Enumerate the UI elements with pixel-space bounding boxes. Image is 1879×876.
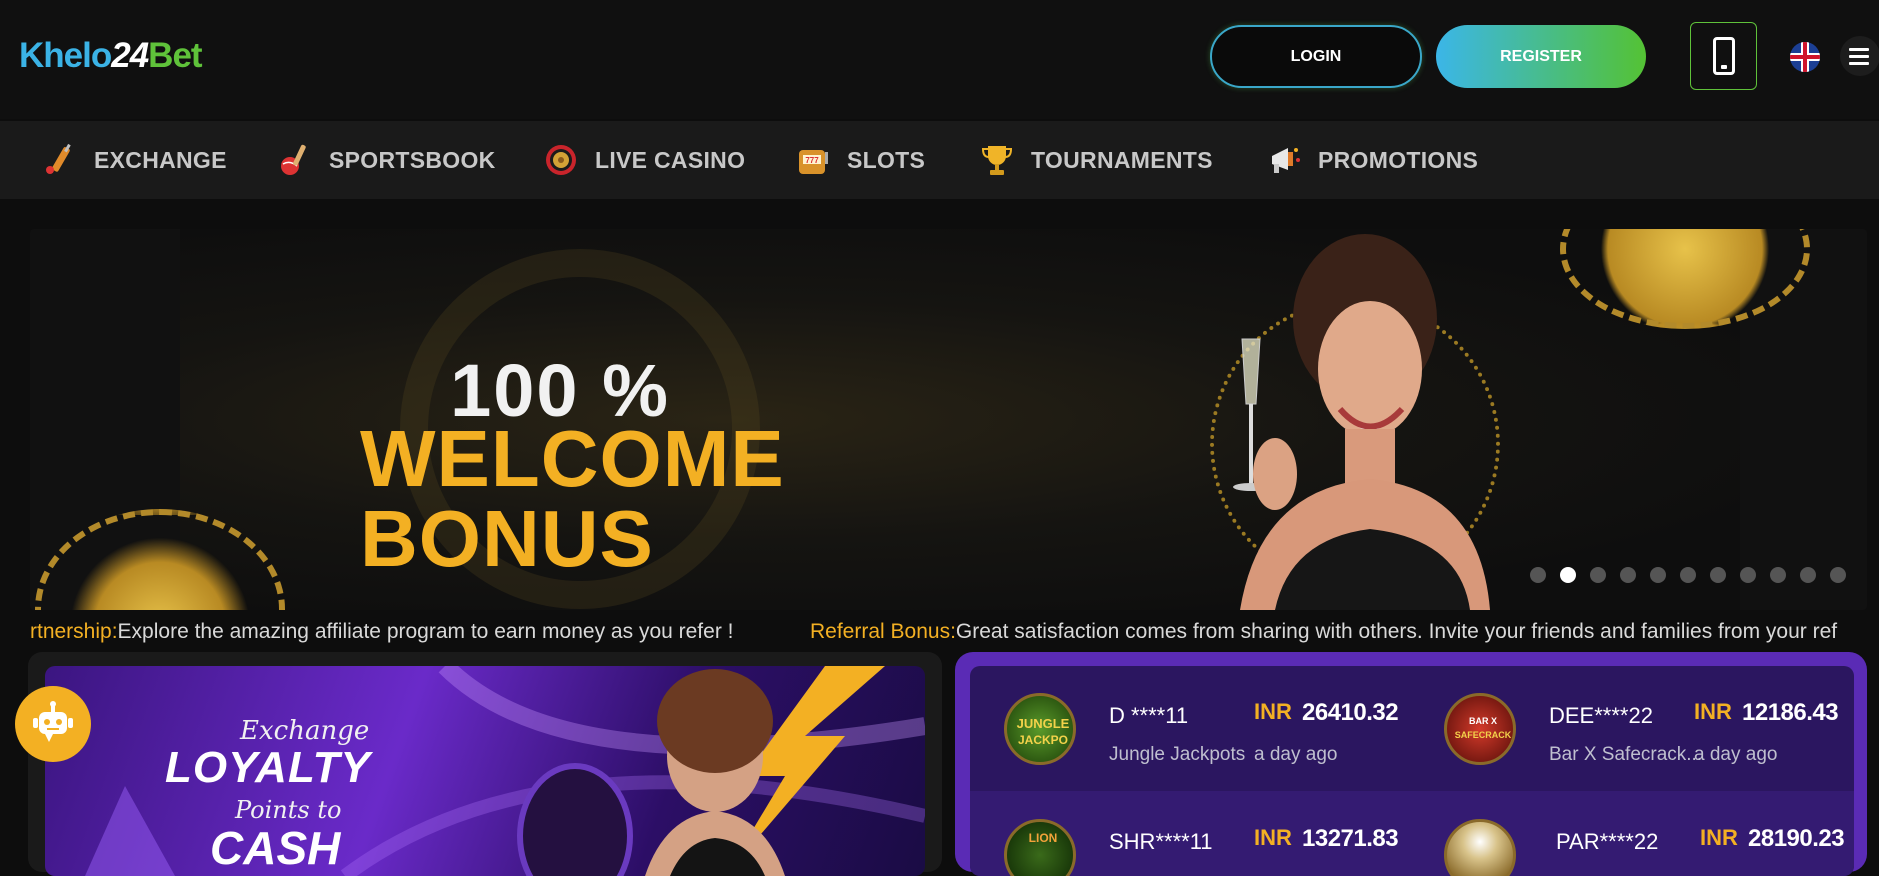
promo-line-exchange: Exchange bbox=[240, 716, 370, 746]
nav-label: SLOTS bbox=[847, 146, 926, 173]
winner-time: a day ago bbox=[1694, 744, 1778, 765]
winner-currency: INR bbox=[1254, 825, 1292, 850]
news-ticker: rtnership:Explore the amazing affiliate … bbox=[30, 617, 1867, 647]
nav-label: LIVE CASINO bbox=[595, 146, 746, 173]
slot-machine-icon: 777 bbox=[799, 150, 828, 174]
hero-title: WELCOME BONUS bbox=[360, 414, 785, 583]
main-nav: EXCHANGE SPORTSBOOK LIVE CASINO 777 SLOT… bbox=[0, 121, 1879, 199]
carousel-dot[interactable] bbox=[1620, 567, 1636, 583]
carousel-dot[interactable] bbox=[1530, 567, 1546, 583]
nav-item-tournaments[interactable]: TOURNAMENTS bbox=[979, 121, 1213, 199]
cricket-bat-icon bbox=[46, 143, 71, 174]
winner-amount: 26410.32 bbox=[1302, 699, 1399, 726]
hostess-image bbox=[1233, 234, 1490, 610]
menu-line bbox=[1849, 54, 1869, 58]
winner-amount: 28190.23 bbox=[1748, 825, 1845, 852]
recent-winners-list: JUNGLE JACKPO D ****11 Jungle Jackpots IN… bbox=[970, 666, 1854, 876]
carousel-dot[interactable] bbox=[1800, 567, 1816, 583]
winner-username: DEE****22 bbox=[1549, 703, 1653, 728]
winner-currency: INR bbox=[1254, 699, 1292, 724]
carousel-dot[interactable] bbox=[1650, 567, 1666, 583]
winner-amount: 13271.83 bbox=[1302, 825, 1399, 852]
svg-text:LION: LION bbox=[1029, 831, 1058, 845]
menu-line bbox=[1849, 47, 1869, 51]
roulette-icon bbox=[546, 145, 576, 175]
robot-chat-icon bbox=[33, 701, 73, 742]
ticker-label: rtnership: bbox=[30, 620, 118, 643]
hamburger-menu-button[interactable] bbox=[1840, 36, 1879, 76]
nav-item-exchange[interactable]: EXCHANGE bbox=[42, 121, 227, 199]
ticker-item: Referral Bonus:Great satisfaction comes … bbox=[810, 617, 1837, 647]
ticker-item: rtnership:Explore the amazing affiliate … bbox=[30, 617, 733, 647]
carousel-dot[interactable] bbox=[1770, 567, 1786, 583]
loyalty-promo-banner[interactable]: Exchange LOYALTY Points to CASH bbox=[45, 666, 925, 876]
game-thumbnail: BAR X SAFECRACK bbox=[1444, 693, 1516, 765]
promo-line-points: Points to bbox=[235, 796, 342, 824]
nav-item-slots[interactable]: 777 SLOTS bbox=[795, 121, 925, 199]
carousel-dot[interactable] bbox=[1710, 567, 1726, 583]
chat-support-button[interactable] bbox=[15, 686, 91, 762]
logo-text-khelo: Khelo bbox=[19, 36, 112, 75]
nav-label: PROMOTIONS bbox=[1318, 146, 1479, 173]
register-button[interactable]: REGISTER bbox=[1436, 25, 1646, 88]
carousel-dot[interactable] bbox=[1590, 567, 1606, 583]
winner-game: Jungle Jackpots bbox=[1109, 744, 1246, 765]
nav-item-live-casino[interactable]: LIVE CASINO bbox=[543, 121, 745, 199]
svg-text:777: 777 bbox=[805, 156, 819, 165]
svg-text:SAFECRACK: SAFECRACK bbox=[1455, 730, 1512, 740]
megaphone-icon bbox=[1272, 148, 1300, 173]
svg-text:JUNGLE: JUNGLE bbox=[1017, 716, 1070, 731]
trophy-icon bbox=[981, 146, 1013, 175]
winner-currency: INR bbox=[1700, 825, 1738, 850]
nav-label: TOURNAMENTS bbox=[1031, 146, 1213, 173]
winner-username: PAR****22 bbox=[1556, 829, 1659, 854]
mobile-app-button[interactable] bbox=[1690, 22, 1757, 90]
nav-label: SPORTSBOOK bbox=[329, 146, 496, 173]
carousel-dot-active[interactable] bbox=[1560, 567, 1576, 583]
mobile-phone-icon bbox=[1712, 37, 1735, 75]
site-header: Khelo24Bet LOGIN REGISTER bbox=[0, 0, 1879, 119]
nav-label: EXCHANGE bbox=[94, 146, 227, 173]
game-thumbnail: JUNGLE JACKPO bbox=[1004, 693, 1076, 765]
winner-amount: 12186.43 bbox=[1742, 699, 1839, 726]
carousel-dot[interactable] bbox=[1830, 567, 1846, 583]
svg-text:BAR X: BAR X bbox=[1469, 716, 1497, 726]
winner-time: a day ago bbox=[1254, 744, 1338, 765]
nav-item-sportsbook[interactable]: SPORTSBOOK bbox=[277, 121, 496, 199]
carousel-dot[interactable] bbox=[1740, 567, 1756, 583]
ticker-label: Referral Bonus: bbox=[810, 620, 956, 643]
logo-text-24: 24 bbox=[111, 36, 149, 75]
login-button[interactable]: LOGIN bbox=[1210, 25, 1422, 88]
winner-currency: INR bbox=[1694, 699, 1732, 724]
ticker-text: Great satisfaction comes from sharing wi… bbox=[955, 620, 1838, 643]
nav-item-promotions[interactable]: PROMOTIONS bbox=[1266, 121, 1478, 199]
carousel-dots bbox=[1530, 567, 1846, 583]
promo-line-cash: CASH bbox=[210, 822, 341, 874]
carousel-dot[interactable] bbox=[1680, 567, 1696, 583]
promo-line-loyalty: LOYALTY bbox=[165, 743, 371, 792]
hero-banner[interactable]: 100 % WELCOME BONUS bbox=[30, 229, 1867, 610]
menu-line bbox=[1849, 61, 1869, 65]
ticker-text: Explore the amazing affiliate program to… bbox=[117, 620, 734, 643]
winner-game: Bar X Safecrack... bbox=[1549, 744, 1703, 765]
logo-text-bet: Bet bbox=[148, 36, 202, 75]
site-logo[interactable]: Khelo24Bet bbox=[19, 36, 203, 76]
winner-username: SHR****11 bbox=[1109, 829, 1213, 854]
uk-flag-icon[interactable] bbox=[1790, 42, 1820, 72]
sports-ball-icon bbox=[281, 144, 306, 175]
winner-username: D ****11 bbox=[1109, 703, 1189, 728]
svg-text:JACKPO: JACKPO bbox=[1018, 733, 1068, 747]
